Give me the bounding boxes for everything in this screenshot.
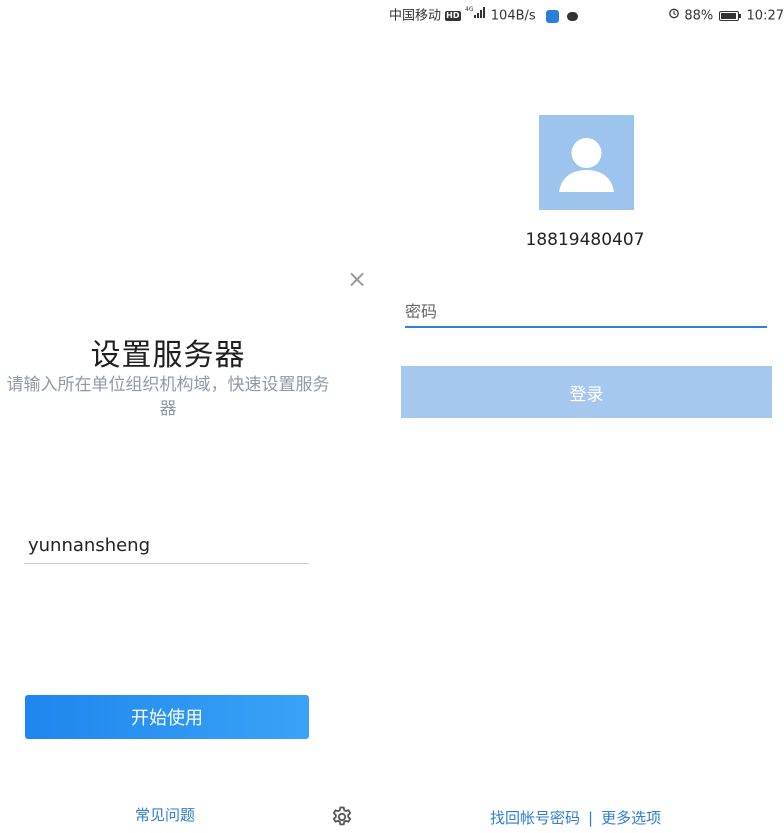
page-subtitle: 请输入所在单位组织机构域，快速设置服务器: [6, 375, 330, 419]
recover-account-link[interactable]: 找回帐号密码: [490, 809, 580, 827]
clock: 10:27: [746, 8, 784, 24]
battery-percent: 88%: [684, 8, 714, 24]
more-options-link[interactable]: 更多选项: [601, 809, 661, 827]
net-speed-label: 104B/s: [490, 8, 536, 24]
network-type-label: 4G: [465, 6, 474, 13]
page-title: 设置服务器: [90, 338, 246, 373]
close-icon[interactable]: ×: [343, 265, 371, 293]
account-phone-number: 18819480407: [525, 230, 645, 250]
hd-icon: HD: [445, 11, 461, 21]
signal-icon: 4G: [465, 0, 487, 32]
gear-icon[interactable]: [330, 805, 354, 829]
app-notification-icon: [545, 9, 559, 23]
battery-icon: [719, 11, 742, 21]
faq-link[interactable]: 常见问题: [115, 804, 215, 825]
status-bar: 中国移动 HD 4G 104B/s 88% 10:27: [385, 0, 784, 32]
alarm-icon: [668, 0, 680, 32]
carrier-label: 中国移动: [389, 8, 442, 24]
password-field[interactable]: [405, 296, 767, 328]
org-domain-input[interactable]: [24, 528, 309, 564]
start-using-button[interactable]: 开始使用: [25, 695, 309, 739]
user-avatar-icon: [539, 115, 634, 210]
login-footer-links: 找回帐号密码 | 更多选项: [490, 807, 750, 828]
login-button[interactable]: 登录: [401, 366, 772, 418]
chat-bubble-icon: [566, 11, 578, 21]
link-separator: |: [588, 809, 594, 827]
